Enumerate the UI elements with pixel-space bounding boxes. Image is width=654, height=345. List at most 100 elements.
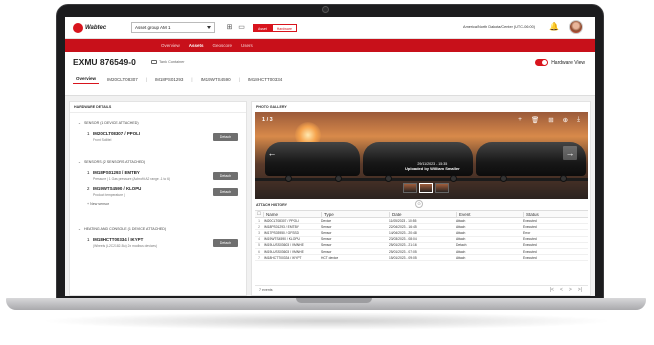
row-index: 2 <box>258 224 260 229</box>
row-index: 4 <box>258 237 260 242</box>
cell-date: 23/03/2023 - 08:04 <box>389 237 417 242</box>
tab-overview[interactable]: Overview <box>73 74 100 84</box>
cell-event: Attach <box>456 224 466 229</box>
laptop-shadow <box>40 312 614 330</box>
photo-thumbnail[interactable] <box>403 183 417 193</box>
hardware-view-switch[interactable] <box>535 59 549 66</box>
hardware-view-toggle[interactable]: Hardware View <box>535 59 585 66</box>
photo-wheel <box>335 175 342 182</box>
toggle-asset-button[interactable]: Asset <box>253 24 272 32</box>
detach-button[interactable]: Detach <box>213 133 238 141</box>
photo-gallery[interactable]: 1 / 3 + 🗑 ⊞ ⊕ ⤓ ← → 29/11/2023 - 15:35 U… <box>255 112 588 199</box>
last-page-icon[interactable]: >| <box>578 287 582 293</box>
table-row[interactable]: 7 IM18HCTT00334 / IKYPT HCT device 15/01/20… <box>255 255 588 262</box>
detach-button[interactable]: Detach <box>213 172 238 180</box>
hierarchy-icon[interactable]: ⊞ <box>225 23 234 32</box>
col-type[interactable]: Type <box>321 211 389 217</box>
asset-group-select[interactable]: Asset group AM 1 <box>131 22 215 33</box>
nav-overview[interactable]: Overview <box>161 43 180 48</box>
device-name: IM19WTS4590 / KLOPU <box>93 186 142 191</box>
cell-event: Attach <box>456 249 466 254</box>
photo-wheel <box>450 175 457 182</box>
select-all-checkbox[interactable]: ☐ <box>255 211 263 217</box>
hardware-details-heading: HARDWARE DETAILS <box>70 102 246 113</box>
col-name[interactable]: Name <box>263 211 321 217</box>
first-page-icon[interactable]: |< <box>550 287 554 293</box>
nav-geoscore[interactable]: Geoscore <box>213 43 233 48</box>
toggle-hardware-button[interactable]: Hardware <box>271 24 297 32</box>
app-screen: Wabtec Asset group AM 1 ⊞ ▭ Asset Hardwa… <box>65 17 595 296</box>
cell-event: Detach <box>456 243 467 248</box>
asset-type-badge: Tank Container <box>151 60 185 64</box>
cell-status: Executed <box>523 255 537 260</box>
cell-event: Attach <box>456 230 466 235</box>
chevron-down-icon: ⌄ <box>78 160 82 164</box>
cell-name: IM18HCTT00334 / IKYPT <box>264 255 302 260</box>
cell-date: 25/01/2023 - 07:05 <box>389 249 417 254</box>
tab-im20clt08307[interactable]: IM20CLT08307 <box>104 75 141 84</box>
cell-name: IM19WTS4590 / KLOPU <box>264 237 300 242</box>
new-sensor-link[interactable]: + New sensor <box>87 202 109 206</box>
chat-icon[interactable]: ▭ <box>237 23 246 32</box>
user-avatar[interactable] <box>569 20 583 34</box>
photo-thumbnail[interactable] <box>435 183 449 193</box>
chevron-down-icon: ⌄ <box>78 227 82 231</box>
tank-container-icon <box>151 60 157 64</box>
prev-page-icon[interactable]: < <box>560 287 563 293</box>
next-page-icon[interactable]: > <box>569 287 572 293</box>
detach-button[interactable]: Detach <box>213 239 238 247</box>
cell-status: Executed <box>523 224 537 229</box>
arrow-left-icon[interactable]: ← <box>265 146 279 160</box>
new-sensor-label: New sensor <box>90 202 110 206</box>
section-sensors[interactable]: ⌄ SENSORS (2 SENSORS ATTACHED) <box>78 160 145 164</box>
laptop-notch <box>296 298 372 303</box>
cell-type: Sensor <box>321 224 332 229</box>
cell-date: 25/01/2023 - 21:16 <box>389 243 417 248</box>
timezone-label[interactable]: America/North Dakota/Center (UTC-06:00) <box>463 25 535 29</box>
nav-users[interactable]: Users <box>241 43 253 48</box>
delete-icon[interactable]: 🗑 <box>531 116 539 124</box>
add-photo-icon[interactable]: + <box>518 116 522 124</box>
section-heating[interactable]: ⌄ HEATING AND CONSOLE (1 DEVICE ATTACHED) <box>78 227 166 231</box>
tab-im18hctt00334[interactable]: IM18HCTT00334 <box>245 75 286 84</box>
col-event[interactable]: Event <box>456 211 523 217</box>
cell-date: 11/05/2023 - 10:55 <box>389 218 417 223</box>
photo-wheel <box>500 175 507 182</box>
device-name: IM20CLT08307 / PPOLI <box>93 131 141 136</box>
col-status[interactable]: Status <box>523 211 588 217</box>
zoom-icon[interactable]: ⊕ <box>563 116 568 124</box>
photo-uploader: Uploaded by William Smaller <box>405 166 460 171</box>
section-label: SENSORS (2 SENSORS ATTACHED) <box>84 160 146 164</box>
photo-thumbnail[interactable] <box>419 183 433 193</box>
cell-status: Executed <box>523 249 537 254</box>
cell-event: Attach <box>456 255 466 260</box>
section-label: SENSOR (1 DEVICE ATTACHED) <box>84 121 139 125</box>
drag-handle-icon[interactable]: ⊙ <box>415 200 423 208</box>
device-name: IM18PS01293 / EMTBY <box>93 170 140 175</box>
photo-wheel <box>385 175 392 182</box>
nav-assets[interactable]: Assets <box>189 43 204 48</box>
section-sensor[interactable]: ⌄ SENSOR (1 DEVICE ATTACHED) <box>78 121 139 125</box>
photo-rail <box>255 178 588 181</box>
tab-im19wts4590[interactable]: IM19WTS4590 <box>198 75 234 84</box>
hardware-view-label: Hardware View <box>551 59 585 66</box>
table-header: ☐ Name Type Date Event Status <box>255 210 588 218</box>
cell-status: Executed <box>523 218 537 223</box>
section-label: HEATING AND CONSOLE (1 DEVICE ATTACHED) <box>84 227 167 231</box>
detach-button[interactable]: Detach <box>213 188 238 196</box>
cell-type: Sensor <box>321 243 332 248</box>
asset-type-label: Tank Container <box>159 60 185 64</box>
arrow-right-icon[interactable]: → <box>563 146 577 160</box>
brand-logo[interactable]: Wabtec <box>73 23 106 33</box>
notification-bell-icon[interactable]: 🔔 <box>549 22 559 31</box>
cell-event: Attach <box>456 237 466 242</box>
row-index: 3 <box>258 230 260 235</box>
photo-toolbar: + 🗑 ⊞ ⊕ ⤓ <box>518 116 580 124</box>
cell-date: 15/01/2023 - 09:05 <box>389 255 417 260</box>
grid-icon[interactable]: ⊞ <box>548 116 553 124</box>
cell-status: Executed <box>523 237 537 242</box>
download-icon[interactable]: ⤓ <box>577 116 580 124</box>
event-count: 7 events <box>259 288 273 292</box>
col-date[interactable]: Date <box>389 211 456 217</box>
tab-im18ps01293[interactable]: IM18PS01293 <box>152 75 187 84</box>
